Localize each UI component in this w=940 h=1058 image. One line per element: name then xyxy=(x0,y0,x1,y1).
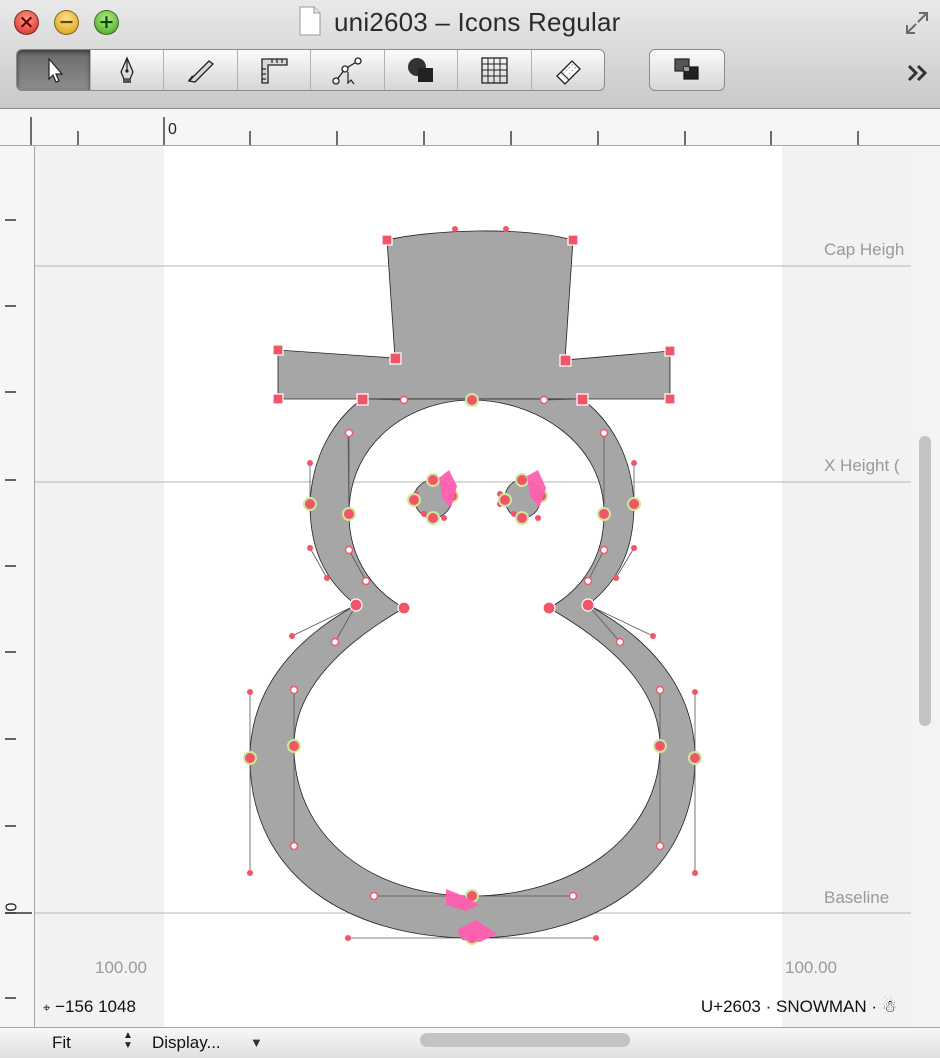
pencil-knife-icon xyxy=(187,60,215,83)
vertical-ruler-ticks xyxy=(5,219,32,999)
toolbar-overflow-icon[interactable] xyxy=(903,62,933,84)
vertical-ruler: 0 xyxy=(0,146,35,1027)
layers-icon xyxy=(674,58,699,80)
x-height-label: X Height ( xyxy=(824,456,900,475)
zoom-stepper-icon[interactable]: ▲ ▼ xyxy=(123,1031,133,1051)
glyph-drawing[interactable] xyxy=(35,146,911,1027)
glyph-info: U+2603 · SNOWMAN · ☃ xyxy=(700,997,897,1016)
vertical-ruler-origin: 0 xyxy=(3,902,21,912)
cap-height-label: Cap Heigh xyxy=(824,240,905,259)
horizontal-ruler: 0 xyxy=(0,109,940,146)
bottom-bar: Fit ▲ ▼ Display... ▼ xyxy=(0,1027,940,1058)
crosshair-icon: ⌖ xyxy=(43,1000,51,1015)
horizontal-ruler-origin: 0 xyxy=(168,121,177,138)
right-sidebearing-value[interactable]: 100.00 xyxy=(785,958,837,978)
shapes-icon xyxy=(407,58,433,82)
pen-tool-button[interactable] xyxy=(91,50,164,90)
document-icon xyxy=(299,6,321,36)
baseline-label: Baseline xyxy=(824,888,890,907)
grid-tool-button[interactable] xyxy=(458,50,532,90)
zoom-icon: + xyxy=(98,11,115,33)
node-tool-button[interactable] xyxy=(311,50,385,90)
ruler-icon xyxy=(261,58,288,84)
close-button[interactable]: × xyxy=(14,10,39,35)
snowman-hat[interactable] xyxy=(277,230,671,400)
vertical-scrollbar[interactable] xyxy=(911,146,940,1027)
measure-tool-button[interactable] xyxy=(238,50,311,90)
cursor-coordinates-value: −156 1048 xyxy=(55,997,136,1016)
primitives-tool-button[interactable] xyxy=(385,50,458,90)
close-icon: × xyxy=(18,11,35,33)
zoom-select[interactable]: Fit xyxy=(52,1033,71,1053)
arrow-pointer-icon xyxy=(48,57,64,83)
nodes-icon xyxy=(332,57,362,85)
cursor-coordinates: ⌖ −156 1048 xyxy=(43,997,136,1017)
window-titlebar: × − + uni2603 – Icons Regular xyxy=(0,0,940,109)
horizontal-scroll-thumb[interactable] xyxy=(420,1033,630,1047)
minimize-button[interactable]: − xyxy=(54,10,79,35)
glyph-edit-canvas[interactable]: Cap Heigh X Height ( Baseline 100.00 100… xyxy=(35,146,911,1027)
left-sidebearing-value[interactable]: 100.00 xyxy=(95,958,147,978)
draw-tool-button[interactable] xyxy=(164,50,238,90)
vertical-scroll-thumb[interactable] xyxy=(919,436,931,726)
zoom-button[interactable]: + xyxy=(94,10,119,35)
minimize-icon: − xyxy=(58,11,75,33)
path-direction-arrows xyxy=(439,470,546,942)
eraser-icon xyxy=(555,60,581,85)
layers-button[interactable] xyxy=(649,49,725,91)
tool-group xyxy=(16,49,605,91)
display-menu[interactable]: Display... xyxy=(152,1033,221,1053)
eraser-tool-button[interactable] xyxy=(532,50,605,90)
window-title: uni2603 – Icons Regular xyxy=(334,7,621,37)
grid-icon xyxy=(481,57,508,84)
horizontal-ruler-ticks xyxy=(30,117,859,145)
snowman-body[interactable] xyxy=(249,398,696,939)
pen-nib-icon xyxy=(120,56,134,83)
display-dropdown-icon[interactable]: ▼ xyxy=(250,1035,263,1050)
select-tool-button[interactable] xyxy=(17,50,91,90)
fullscreen-icon[interactable] xyxy=(904,10,930,36)
